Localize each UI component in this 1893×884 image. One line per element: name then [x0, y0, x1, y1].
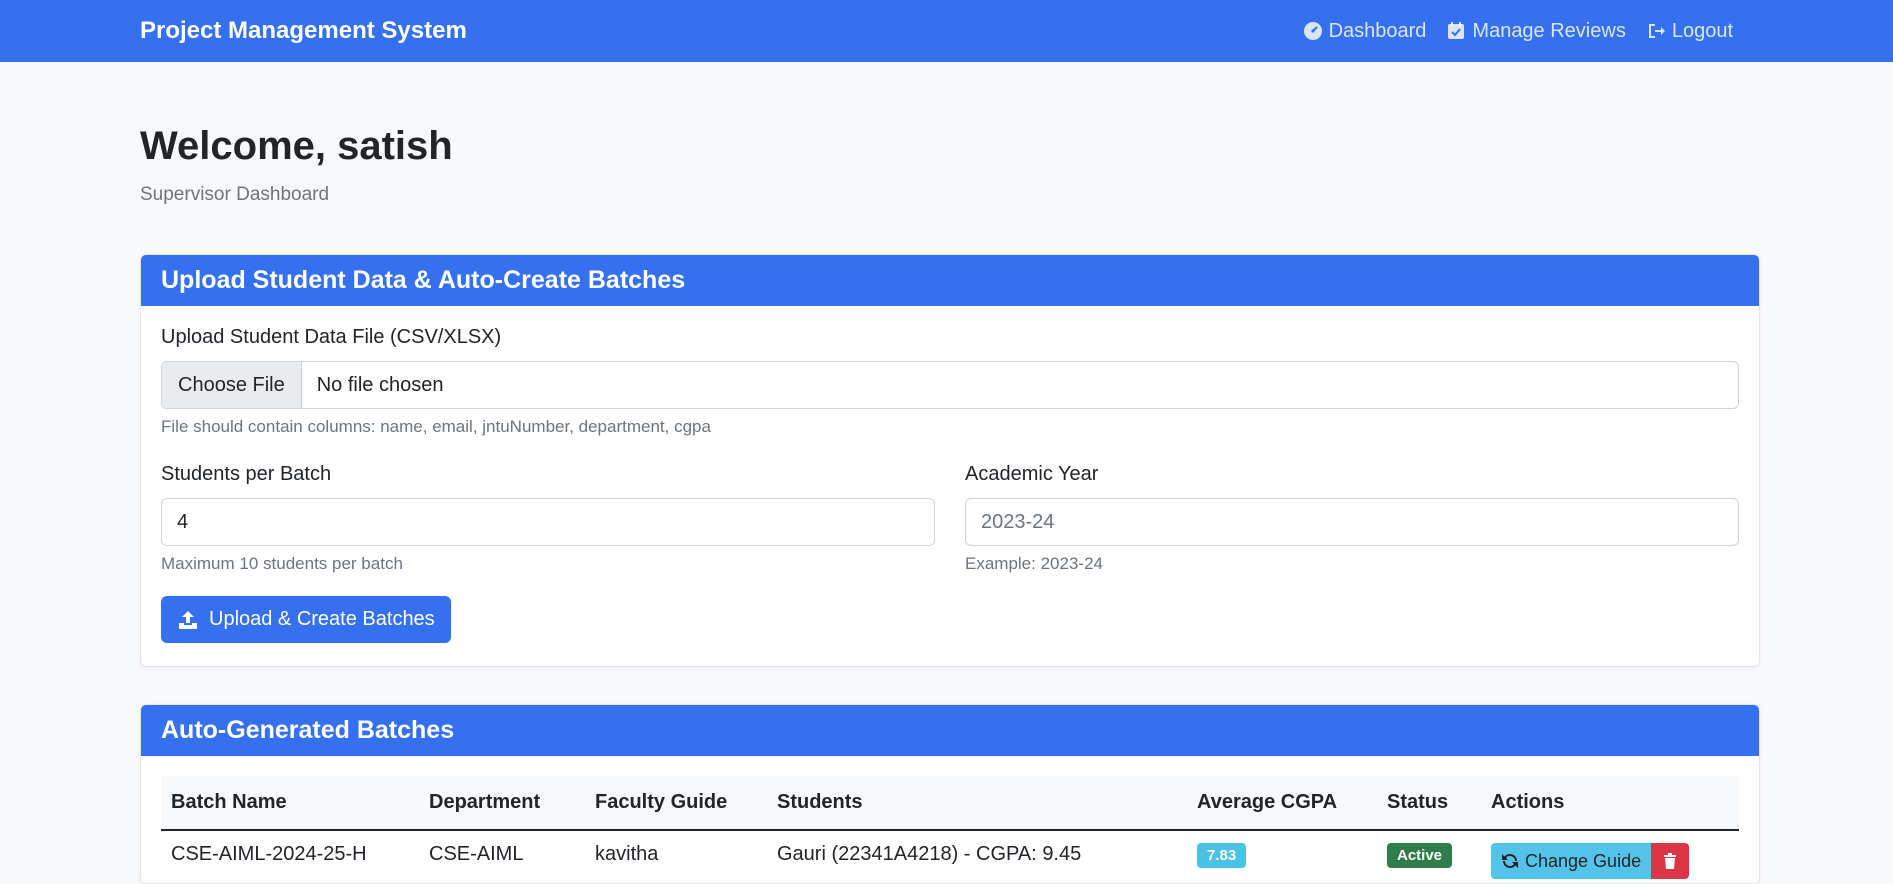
upload-card-body: Upload Student Data File (CSV/XLSX) Choo… [141, 306, 1759, 663]
nav-links: Dashboard Manage Reviews Logout [1303, 20, 1733, 43]
academic-year-group: Academic Year 2023-24 Example: 2023-24 [965, 463, 1739, 574]
batch-size-group: Students per Batch 4 Maximum 10 students… [161, 463, 935, 574]
avg-cgpa-cell: 7.83 [1187, 830, 1377, 883]
actions-cell: Change Guide [1481, 830, 1739, 883]
column-header: Batch Name [161, 776, 419, 831]
column-header: Department [419, 776, 585, 831]
students-cell: Gauri (22341A4218) - CGPA: 9.45 [777, 843, 1082, 865]
navbar: Project Management System Dashboard Mana… [0, 0, 1893, 62]
file-status: No file chosen [316, 373, 444, 396]
academic-year-label: Academic Year [965, 463, 1099, 485]
gauge-icon [1303, 22, 1322, 40]
nav-link-label: Manage Reviews [1472, 19, 1626, 42]
batches-table: Batch Name Department Faculty Guide Stud… [161, 776, 1739, 883]
nav-link-manage-reviews[interactable]: Manage Reviews [1446, 19, 1626, 43]
column-header: Status [1377, 776, 1481, 831]
column-header: Actions [1481, 776, 1739, 831]
upload-icon [179, 610, 197, 629]
batch-size-label: Students per Batch [161, 463, 332, 485]
nav-link-logout[interactable]: Logout [1646, 20, 1733, 43]
upload-card: Upload Student Data & Auto-Create Batche… [140, 254, 1760, 667]
page-title: Welcome, satish [140, 124, 453, 168]
column-header: Students [767, 776, 1187, 831]
file-input[interactable]: Choose File No file chosen [161, 361, 1739, 409]
status-badge: Active [1387, 843, 1453, 868]
change-guide-button[interactable]: Change Guide [1491, 843, 1652, 879]
batch-size-input[interactable]: 4 [161, 498, 935, 546]
table-header-row: Batch Name Department Faculty Guide Stud… [161, 776, 1739, 831]
refresh-icon [1502, 853, 1518, 869]
nav-link-label: Logout [1671, 19, 1733, 42]
upload-card-header: Upload Student Data & Auto-Create Batche… [141, 255, 1759, 306]
batch-name-cell: CSE-AIML-2024-25-H [171, 843, 367, 865]
nav-link-label: Dashboard [1328, 19, 1427, 42]
batch-options-row: Students per Batch 4 Maximum 10 students… [161, 463, 1739, 574]
brand-title[interactable]: Project Management System [140, 17, 467, 45]
row-actions: Change Guide [1491, 843, 1729, 879]
batches-card-header: Auto-Generated Batches [141, 705, 1759, 756]
file-help-text: File should contain columns: name, email… [161, 417, 711, 436]
page-subtitle: Supervisor Dashboard [140, 184, 330, 205]
choose-file-button[interactable]: Choose File [162, 362, 302, 408]
academic-year-help: Example: 2023-24 [965, 554, 1103, 573]
delete-batch-button[interactable] [1651, 843, 1690, 879]
change-guide-label: Change Guide [1525, 850, 1642, 871]
department-cell: CSE-AIML [429, 843, 524, 865]
upload-create-button[interactable]: Upload & Create Batches [161, 596, 451, 643]
column-header: Average CGPA [1187, 776, 1377, 831]
status-cell: Active [1377, 830, 1481, 883]
logout-icon [1648, 24, 1665, 38]
file-label: Upload Student Data File (CSV/XLSX) [161, 326, 502, 348]
guide-cell: kavitha [595, 843, 659, 865]
batches-card: Auto-Generated Batches Batch Name Depart… [140, 704, 1760, 884]
trash-icon [1664, 853, 1677, 869]
cgpa-badge: 7.83 [1197, 843, 1247, 868]
calendar-check-icon [1448, 22, 1465, 39]
batch-size-help: Maximum 10 students per batch [161, 554, 403, 573]
upload-create-label: Upload & Create Batches [209, 608, 435, 630]
nav-link-dashboard[interactable]: Dashboard [1303, 19, 1427, 43]
academic-year-input[interactable]: 2023-24 [965, 498, 1739, 546]
column-header: Faculty Guide [585, 776, 767, 831]
table-row: CSE-AIML-2024-25-H CSE-AIML kavitha Gaur… [161, 830, 1739, 883]
batches-card-body: Batch Name Department Faculty Guide Stud… [141, 756, 1759, 883]
